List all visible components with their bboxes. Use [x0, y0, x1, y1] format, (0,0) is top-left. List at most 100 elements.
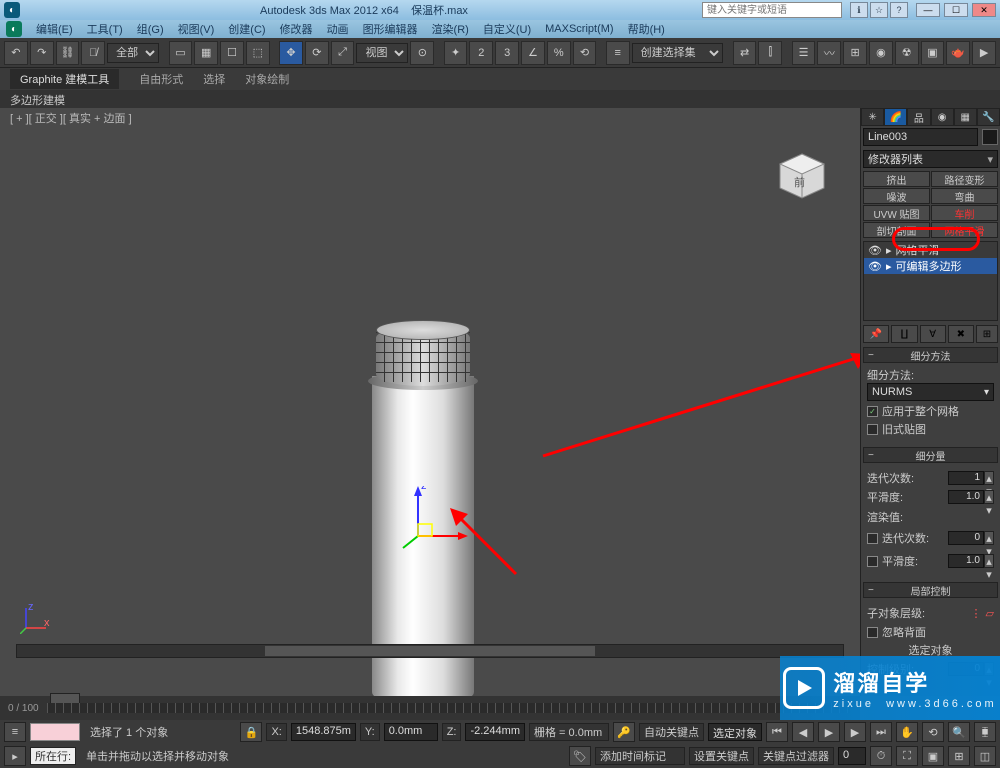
menu-maxscript[interactable]: MAXScript(M) — [539, 22, 619, 36]
ribbon-tab-freeform[interactable]: 自由形式 — [139, 71, 183, 87]
tab-utilities[interactable]: 🔧 — [977, 108, 1000, 126]
rotate-button[interactable]: ⟳ — [305, 41, 329, 65]
smoothness-spinner[interactable]: 1.0▴▾ — [948, 490, 994, 504]
vertex-level-icon[interactable]: ⋮ — [971, 607, 982, 620]
eye-icon[interactable]: 👁 — [868, 260, 882, 273]
show-end-button[interactable]: ∐ — [891, 325, 917, 343]
unlink-button[interactable]: ⛓̸ — [81, 41, 105, 65]
scale-button[interactable]: ⤢ — [331, 41, 355, 65]
menu-tools[interactable]: 工具(T) — [81, 20, 129, 38]
lock-selection-button[interactable]: 🔒 — [240, 722, 262, 742]
nav-region-button[interactable]: ◫ — [974, 746, 996, 766]
angle-snap-button[interactable]: ∠ — [521, 41, 545, 65]
snap-3d-button[interactable]: 3 — [495, 41, 519, 65]
pivot-button[interactable]: ⊙ — [410, 41, 434, 65]
menu-grapheditors[interactable]: 图形编辑器 — [357, 20, 424, 38]
maximize-button[interactable]: ☐ — [944, 3, 968, 17]
help-icon[interactable]: ? — [890, 2, 908, 18]
tab-modify[interactable]: 🌈 — [884, 108, 907, 126]
search-input[interactable] — [702, 2, 842, 18]
close-button[interactable]: ✕ — [972, 3, 996, 17]
old-map-checkbox[interactable]: 旧式贴图 — [867, 421, 994, 437]
goto-start-button[interactable]: ⏮ — [766, 722, 788, 742]
curve-editor-button[interactable]: 〰 — [817, 41, 841, 65]
named-selection-sets[interactable]: 创建选择集 — [632, 43, 724, 63]
menu-rendering[interactable]: 渲染(R) — [426, 20, 475, 38]
nav-fov-button[interactable]: ⧯ — [974, 722, 996, 742]
comm-icon[interactable]: ☆ — [870, 2, 888, 18]
menu-views[interactable]: 视图(V) — [172, 20, 221, 38]
z-coord-field[interactable]: -2.244mm — [465, 723, 525, 741]
tab-display[interactable]: ▦ — [954, 108, 977, 126]
key-filters-button[interactable]: 关键点过滤器 — [758, 747, 834, 765]
method-dropdown[interactable]: NURMS — [867, 383, 994, 401]
spinner-snap-button[interactable]: ⟲ — [573, 41, 597, 65]
object-color-swatch[interactable] — [982, 129, 998, 145]
key-selection-set[interactable]: 选定对象 — [708, 723, 762, 741]
mod-btn-bend[interactable]: 弯曲 — [931, 188, 998, 204]
select-name-button[interactable]: ▦ — [194, 41, 218, 65]
render-smooth-spinner[interactable]: 1.0▴▾ — [948, 554, 994, 568]
mod-btn-extrude[interactable]: 挤出 — [863, 171, 930, 187]
ribbon-tab-objectpaint[interactable]: 对象绘制 — [245, 71, 289, 87]
menu-group[interactable]: 组(G) — [131, 20, 170, 38]
menu-edit[interactable]: 编辑(E) — [30, 20, 79, 38]
mod-btn-pathdeform[interactable]: 路径变形 — [931, 171, 998, 187]
render-setup-button[interactable]: ☢ — [895, 41, 919, 65]
ignore-backface-checkbox[interactable]: 忽略背面 — [867, 624, 994, 640]
nav-pan-button[interactable]: ✋ — [896, 722, 918, 742]
menu-create[interactable]: 创建(C) — [222, 20, 271, 38]
apply-whole-checkbox[interactable]: ✓应用于整个网格 — [867, 403, 994, 419]
object-name-field[interactable]: Line003 — [863, 128, 978, 146]
add-time-tag[interactable]: 添加时间标记 — [595, 747, 685, 765]
align-button[interactable]: ⫿ — [758, 41, 782, 65]
selection-set-type[interactable]: 全部 — [107, 43, 159, 63]
link-button[interactable]: ⛓ — [56, 41, 80, 65]
nav-zoom-all-button[interactable]: ⛶ — [896, 746, 918, 766]
edge-level-icon[interactable]: ▱ — [986, 607, 994, 620]
goto-end-button[interactable]: ⏭ — [870, 722, 892, 742]
render-button[interactable]: 🫖 — [946, 41, 970, 65]
viewcube[interactable]: 前 — [772, 146, 832, 206]
play-button[interactable]: ▶ — [818, 722, 840, 742]
rollout-header[interactable]: 局部控制 — [863, 582, 998, 598]
eye-icon[interactable]: 👁 — [868, 244, 882, 257]
render-frame-button[interactable]: ▣ — [921, 41, 945, 65]
stack-item-editpoly[interactable]: 👁▸可编辑多边形 — [864, 258, 997, 274]
timeline[interactable]: 0 / 100 — [0, 696, 860, 720]
x-coord-field[interactable]: 1548.875m — [291, 723, 356, 741]
time-tag-button[interactable]: 🏷 — [569, 746, 591, 766]
nav-zoom-ext-button[interactable]: ▣ — [922, 746, 944, 766]
next-frame-button[interactable]: ▶ — [844, 722, 866, 742]
ref-coord-system[interactable]: 视图 — [356, 43, 408, 63]
app-menu-button[interactable]: ◐ — [6, 21, 22, 37]
rollout-header[interactable]: 细分方法 — [863, 347, 998, 363]
timeline-track[interactable] — [47, 703, 850, 713]
set-key-button[interactable]: 设置关键点 — [689, 747, 754, 765]
current-frame-field[interactable]: 0 — [838, 747, 866, 765]
prompt-toggle-button[interactable]: ▸ — [4, 746, 26, 766]
modifier-stack[interactable]: 👁▸网格平滑 👁▸可编辑多边形 — [863, 241, 998, 321]
redo-button[interactable]: ↷ — [30, 41, 54, 65]
minimize-button[interactable]: — — [916, 3, 940, 17]
ribbon-panel-label[interactable]: 多边形建模 — [0, 90, 1000, 108]
time-config-button[interactable]: ⏱ — [870, 746, 892, 766]
material-editor-button[interactable]: ◉ — [869, 41, 893, 65]
ribbon-tab-graphite[interactable]: Graphite 建模工具 — [10, 69, 119, 89]
tab-motion[interactable]: ◉ — [931, 108, 954, 126]
nav-max-button[interactable]: ⊞ — [948, 746, 970, 766]
render-iter-spinner[interactable]: 0▴▾ — [948, 531, 994, 545]
nav-zoom-button[interactable]: 🔍 — [948, 722, 970, 742]
select-rect-button[interactable]: ☐ — [220, 41, 244, 65]
mod-btn-uvwmap[interactable]: UVW 贴图 — [863, 205, 930, 221]
iterations-spinner[interactable]: 1▴▾ — [948, 471, 994, 485]
nav-orbit-button[interactable]: ⟲ — [922, 722, 944, 742]
configure-sets-button[interactable]: ⊞ — [976, 325, 998, 343]
mod-btn-noise[interactable]: 噪波 — [863, 188, 930, 204]
ribbon-tab-selection[interactable]: 选择 — [203, 71, 225, 87]
mirror-button[interactable]: ⇄ — [733, 41, 757, 65]
info-icon[interactable]: ℹ — [850, 2, 868, 18]
rollout-header[interactable]: 细分量 — [863, 447, 998, 463]
tab-create[interactable]: ✳ — [861, 108, 884, 126]
percent-snap-button[interactable]: % — [547, 41, 571, 65]
